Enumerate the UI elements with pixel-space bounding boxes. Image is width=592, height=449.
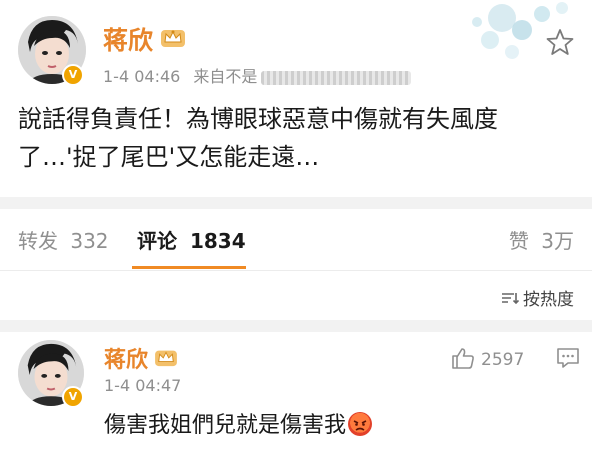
post-username[interactable]: 蒋欣 [103,21,153,57]
post-source: 来自不是 [193,67,258,86]
sort-bar: 按热度 [0,272,592,320]
tab-like-label: 赞 [508,229,529,253]
tab-comment[interactable]: 评论 1834 [137,225,246,254]
tab-like[interactable]: 赞 3万 [509,225,574,254]
comment-username[interactable]: 蒋欣 [104,342,148,374]
sort-icon [501,290,520,310]
sort-button[interactable]: 按热度 [501,285,574,310]
reply-comment-icon[interactable] [556,346,580,370]
thumbs-up-icon [452,348,474,369]
blurred-source [261,70,412,85]
post-text-line-2: 了…'捉了尾巴'又怎能走遠… [18,143,320,171]
comment-text: 傷害我姐們兒就是傷害我 [104,413,347,438]
tab-comment-label: 评论 [137,229,177,253]
tab-comment-count: 1834 [189,229,246,253]
angry-face-emoji [348,412,373,436]
interaction-tabs: 转发 332 评论 1834 赞 3万 [0,209,592,271]
post-time: 1-4 04:46 [103,67,181,86]
post-meta: 1-4 04:46 来自不是 [103,63,412,87]
tab-repost-count: 332 [70,229,109,253]
verified-v-icon: V [62,64,84,86]
verified-v-icon: V [62,386,84,408]
tab-like-count: 3万 [541,229,574,253]
comment-like-count: 2597 [481,350,525,370]
tab-repost-label: 转发 [18,229,58,253]
star-favorite-icon[interactable] [546,28,574,56]
post-text-line-1: 說話得負責任！為博眼球惡意中傷就有失風度 [18,105,498,133]
comment-body: 傷害我姐們兒就是傷害我 [104,407,373,439]
tab-repost[interactable]: 转发 332 [18,225,109,254]
sort-label: 按热度 [523,290,574,310]
comment-time: 1-4 04:47 [104,376,182,395]
crown-member-icon [161,30,185,47]
separator [0,320,592,332]
crown-member-icon [155,350,177,367]
active-tab-indicator [132,266,246,269]
weibo-post: V 蒋欣 1-4 04:46 来自不是 說話得負責任！為博眼球惡意中傷就有失風度… [0,0,592,197]
comment-like-button[interactable]: 2597 [451,347,524,370]
separator [0,197,592,209]
post-body: 說話得負責任！為博眼球惡意中傷就有失風度 了…'捉了尾巴'又怎能走遠… [18,100,578,176]
